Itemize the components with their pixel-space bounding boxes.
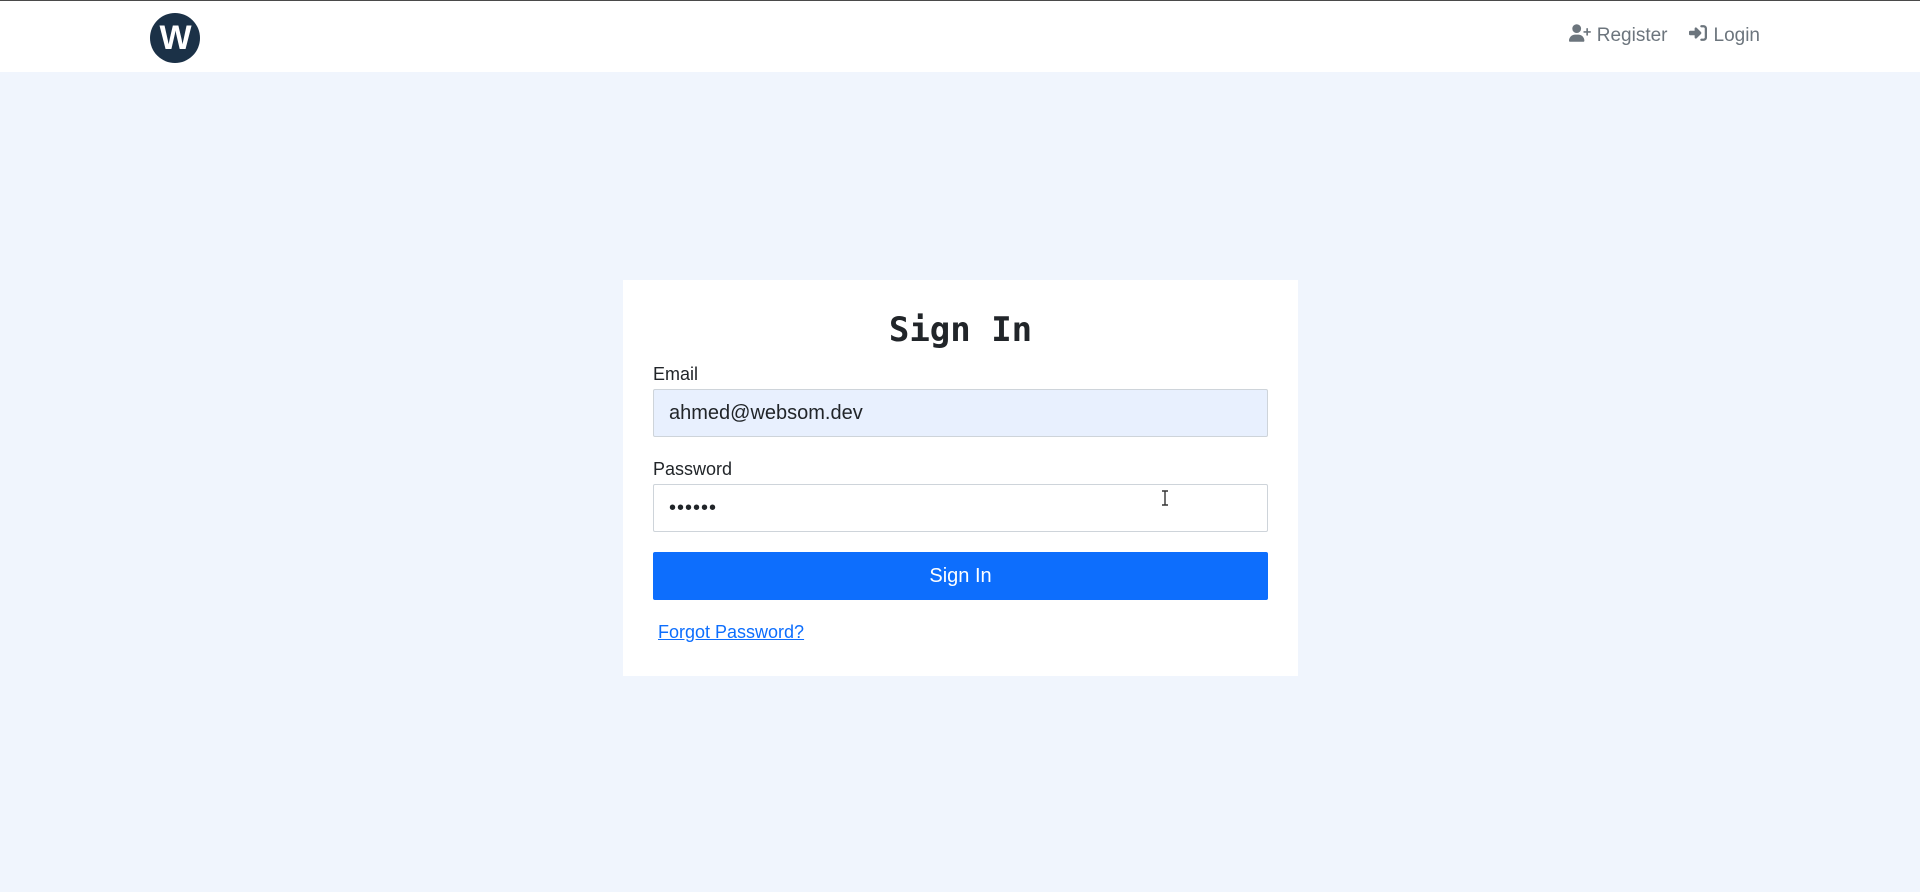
signin-card: Sign In Email Password Sign In Forgot Pa… xyxy=(623,280,1298,676)
text-cursor-icon xyxy=(1161,490,1169,506)
page-title: Sign In xyxy=(888,310,1033,350)
register-label: Register xyxy=(1596,25,1668,46)
email-field[interactable] xyxy=(653,389,1268,437)
user-plus-icon xyxy=(1568,24,1591,48)
email-label: Email xyxy=(653,364,699,384)
sign-in-button[interactable]: Sign In xyxy=(653,552,1268,600)
sign-in-icon xyxy=(1688,24,1708,48)
login-label: Login xyxy=(1713,25,1761,46)
register-link[interactable]: Register xyxy=(1568,24,1668,48)
top-navbar: W Register Login xyxy=(0,0,1920,72)
nav-links: Register Login xyxy=(1568,24,1761,48)
forgot-password-link[interactable]: Forgot Password? xyxy=(658,622,804,643)
password-field[interactable] xyxy=(653,484,1268,532)
password-label: Password xyxy=(653,459,733,479)
site-logo[interactable]: W xyxy=(150,13,200,63)
logo-letter: W xyxy=(159,18,191,57)
login-link[interactable]: Login xyxy=(1688,24,1761,48)
